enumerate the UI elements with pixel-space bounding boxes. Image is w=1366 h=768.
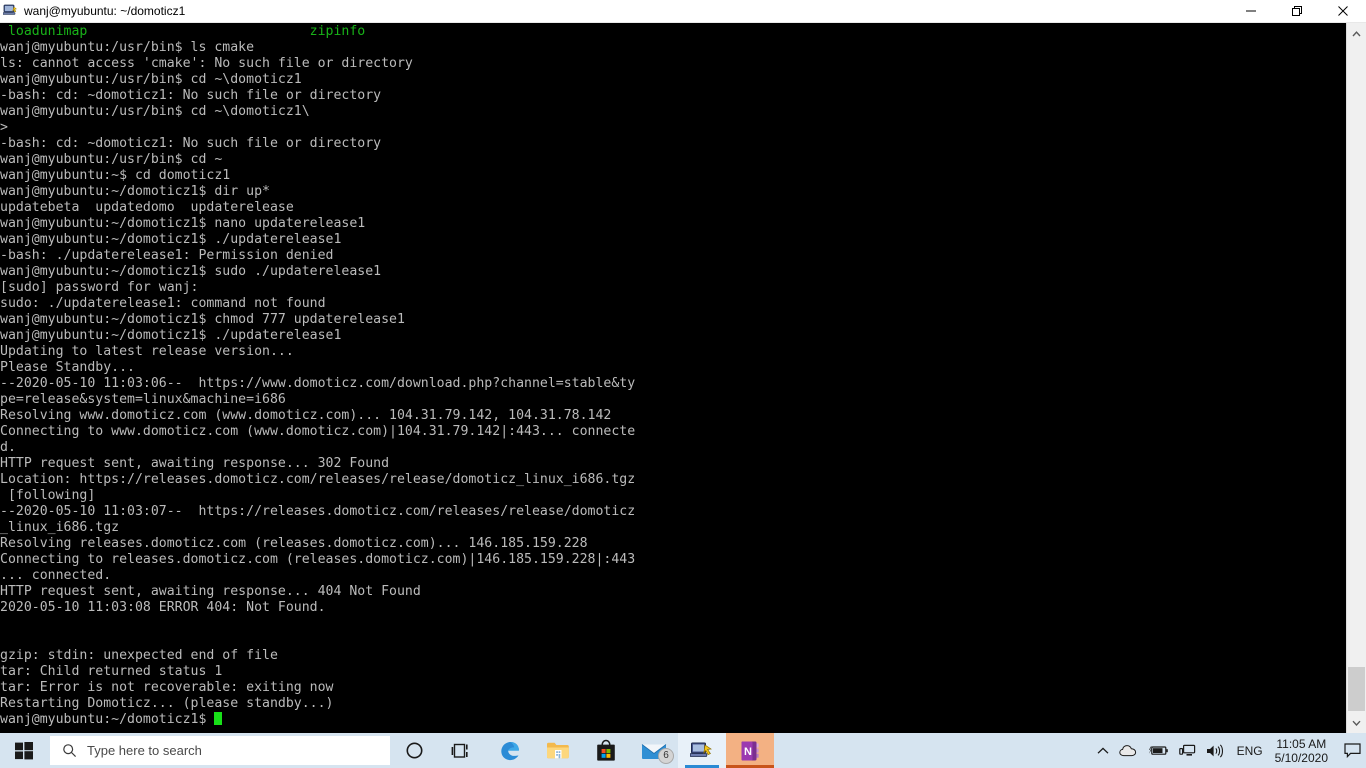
terminal-line: --2020-05-10 11:03:06-- https://www.domo…: [0, 376, 636, 391]
terminal-line: wanj@myubuntu:/usr/bin$ cd ~\domoticz1\: [0, 104, 310, 119]
desktop: wanj@myubuntu: ~/domoticz1 loadunimap zi…: [0, 0, 1366, 768]
terminal-line: Resolving releases.domoticz.com (release…: [0, 536, 588, 551]
terminal-line: >: [0, 120, 8, 135]
system-tray: ENG 11:05 AM 5/10/2020: [1092, 733, 1366, 768]
terminal-line: gzip: stdin: unexpected end of file: [0, 648, 278, 663]
terminal-line: d.: [0, 440, 16, 455]
terminal-line: Resolving www.domoticz.com (www.domoticz…: [0, 408, 612, 423]
mail-unread-badge: 6: [658, 748, 674, 764]
network-icon[interactable]: [1174, 733, 1201, 768]
minimize-button[interactable]: [1228, 0, 1274, 23]
terminal-line: Updating to latest release version...: [0, 344, 294, 359]
scroll-down-arrow-icon[interactable]: [1347, 712, 1366, 733]
svg-text:N: N: [744, 746, 752, 758]
terminal-line: updatebeta updatedomo updaterelease: [0, 200, 294, 215]
terminal-cursor: [214, 712, 223, 725]
search-placeholder: Type here to search: [87, 743, 202, 758]
microsoft-store-icon[interactable]: [582, 733, 630, 768]
onenote-icon[interactable]: N: [726, 733, 774, 768]
terminal-line: Location: https://releases.domoticz.com/…: [0, 472, 636, 487]
terminal-line: Connecting to releases.domoticz.com (rel…: [0, 552, 636, 567]
window-titlebar[interactable]: wanj@myubuntu: ~/domoticz1: [0, 0, 1366, 23]
terminal-line: -bash: cd: ~domoticz1: No such file or d…: [0, 136, 382, 151]
terminal-line: wanj@myubuntu:~/domoticz1$ nano updatere…: [0, 216, 366, 231]
volume-icon[interactable]: [1201, 733, 1229, 768]
terminal-line: Please Standby...: [0, 360, 135, 375]
terminal-line: wanj@myubuntu:~/domoticz1$ chmod 777 upd…: [0, 312, 405, 327]
terminal-line: [sudo] password for wanj:: [0, 280, 199, 295]
clock-time: 11:05 AM: [1276, 736, 1327, 751]
terminal-line: -bash: cd: ~domoticz1: No such file or d…: [0, 88, 382, 103]
putty-icon[interactable]: [678, 733, 726, 768]
terminal-line: wanj@myubuntu:~/domoticz1$ sudo ./update…: [0, 264, 382, 279]
terminal-line: ... connected.: [0, 568, 112, 583]
start-button[interactable]: [0, 733, 48, 768]
clock-date: 5/10/2020: [1274, 750, 1328, 765]
terminal-header-right: zipinfo: [309, 24, 366, 39]
terminal-line: Restarting Domoticz... (please standby..…: [0, 696, 334, 711]
battery-charging-icon[interactable]: [1143, 733, 1174, 768]
cortana-icon[interactable]: [390, 733, 438, 768]
terminal-prompt: wanj@myubuntu:~/domoticz1$: [0, 712, 215, 727]
file-explorer-icon[interactable]: [534, 733, 582, 768]
terminal-scrollbar[interactable]: [1346, 23, 1366, 733]
action-center-icon[interactable]: [1338, 733, 1366, 768]
search-icon: [51, 743, 87, 758]
edge-icon[interactable]: [486, 733, 534, 768]
task-view-icon[interactable]: [438, 733, 486, 768]
terminal-line: HTTP request sent, awaiting response... …: [0, 584, 421, 599]
terminal-line: sudo: ./updaterelease1: command not foun…: [0, 296, 326, 311]
terminal-line: ls: cannot access 'cmake': No such file …: [0, 56, 413, 71]
show-hidden-icons-button[interactable]: [1092, 733, 1114, 768]
terminal-line: wanj@myubuntu:~/domoticz1$ ./updaterelea…: [0, 328, 342, 343]
terminal-output-area[interactable]: loadunimap zipinfo wanj@myubuntu:/usr/bin…: [0, 23, 1346, 733]
terminal-line: [following]: [0, 488, 96, 503]
terminal-line: wanj@myubuntu:/usr/bin$ cd ~: [0, 152, 223, 167]
terminal-line: pe=release&system=linux&machine=i686: [0, 392, 286, 407]
language-indicator[interactable]: ENG: [1229, 744, 1271, 758]
terminal-line: tar: Error is not recoverable: exiting n…: [0, 680, 334, 695]
taskbar-search-box[interactable]: Type here to search: [50, 736, 390, 765]
restore-button[interactable]: [1274, 0, 1320, 23]
terminal-header-line: loadunimap zipinfo: [0, 24, 1346, 40]
terminal-line: 2020-05-10 11:03:08 ERROR 404: Not Found…: [0, 600, 326, 615]
terminal-line: HTTP request sent, awaiting response... …: [0, 456, 390, 471]
terminal-line: wanj@myubuntu:/usr/bin$ cd ~\domoticz1: [0, 72, 302, 87]
terminal-header-left: loadunimap: [0, 24, 88, 39]
terminal-line: --2020-05-10 11:03:07-- https://releases…: [0, 504, 636, 519]
terminal-line: wanj@myubuntu:~/domoticz1$ ./updaterelea…: [0, 232, 342, 247]
terminal-line: wanj@myubuntu:~$ cd domoticz1: [0, 168, 231, 183]
onedrive-icon[interactable]: [1114, 733, 1143, 768]
putty-icon: [0, 0, 22, 23]
terminal-line: Connecting to www.domoticz.com (www.domo…: [0, 424, 636, 439]
window-title: wanj@myubuntu: ~/domoticz1: [24, 3, 186, 18]
close-button[interactable]: [1320, 0, 1366, 23]
terminal-line: _linux_i686.tgz: [0, 520, 120, 535]
scrollbar-thumb[interactable]: [1348, 667, 1365, 711]
mail-icon[interactable]: 6: [630, 733, 678, 768]
terminal-line: wanj@myubuntu:~/domoticz1$ dir up*: [0, 184, 270, 199]
terminal-line: wanj@myubuntu:/usr/bin$ ls cmake: [0, 40, 255, 55]
terminal-line: tar: Child returned status 1: [0, 664, 223, 679]
scroll-up-arrow-icon[interactable]: [1347, 23, 1366, 44]
terminal-prompt-line[interactable]: wanj@myubuntu:~/domoticz1$: [0, 712, 1346, 728]
terminal-line: -bash: ./updaterelease1: Permission deni…: [0, 248, 334, 263]
clock[interactable]: 11:05 AM 5/10/2020: [1271, 737, 1338, 765]
taskbar: Type here to search 6 N ENG 11:05 AM 5/1…: [0, 733, 1366, 768]
terminal-text: loadunimap zipinfo wanj@myubuntu:/usr/bin…: [0, 23, 1346, 728]
